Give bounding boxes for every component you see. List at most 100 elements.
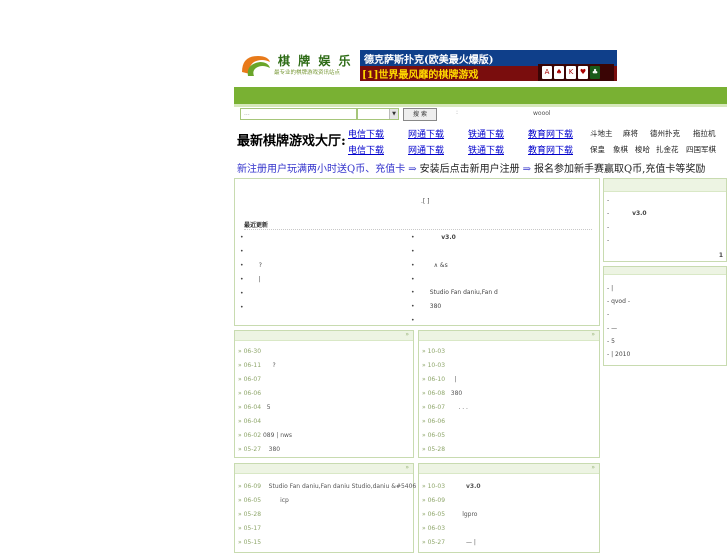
game-chess[interactable]: 象棋: [613, 144, 628, 155]
side-list-item[interactable]: -: [607, 224, 609, 231]
table-row[interactable]: » 06-04: [238, 418, 263, 425]
promo-line: 新注册用户玩满两小时送Q币、充值卡 ⇒ 安装后点击新用户注册 ⇒ 报名参加新手赛赢取Q币…: [237, 160, 705, 175]
table-row[interactable]: » 05-28: [238, 511, 261, 518]
panel-header: »: [235, 464, 413, 474]
game-showhand[interactable]: 梭哈: [635, 144, 650, 155]
list-item[interactable]: • 380: [411, 303, 441, 310]
main-nav-bar: [234, 87, 727, 104]
side-panel-top-header: [604, 179, 726, 192]
table-row[interactable]: » 06-10 |: [422, 376, 457, 383]
game-texas-holdem[interactable]: 德州扑克: [650, 128, 680, 139]
download-netcom-2[interactable]: 网通下载: [408, 143, 444, 156]
side-panel-top: - - v3.0 - - 1: [603, 178, 727, 262]
table-row[interactable]: » 06-30: [238, 348, 269, 355]
download-telecom-1[interactable]: 电信下载: [348, 127, 384, 140]
search-separator: :: [456, 109, 459, 116]
list-item[interactable]: • Studio Fan daniu,Fan d: [411, 289, 498, 296]
news-list-panel-2: » » 10-03 » 10-03 » 06-10 | » 06-08 380 …: [418, 330, 600, 458]
table-row[interactable]: » 06-03: [422, 525, 445, 532]
news-list-panel-3: » » 06-09 Studio Fan daniu,Fan daniu Stu…: [234, 463, 416, 553]
hall-title: 最新棋牌游戏大厅:: [237, 134, 346, 149]
table-row[interactable]: » 05-28: [422, 446, 445, 453]
side-list-item[interactable]: -: [607, 311, 609, 318]
arrow-right-icon: ⇒: [522, 164, 531, 175]
game-zhajinhua[interactable]: 扎金花: [656, 144, 679, 155]
news-list-panel-1: » » 06-30 » 06-11 ? » 06-07 » 06-06 » 06…: [234, 330, 414, 458]
panel-header: »: [419, 464, 599, 474]
table-row[interactable]: » 06-09 Studio Fan daniu,Fan daniu Studi…: [238, 483, 416, 490]
page-number[interactable]: 1: [719, 252, 723, 259]
game-doudizhu[interactable]: 斗地主: [590, 128, 613, 139]
site-logo[interactable]: 棋 牌 娱 乐 最专业的棋牌游戏资讯站点: [238, 50, 351, 80]
side-list-item[interactable]: -: [607, 197, 609, 204]
table-row[interactable]: » 05-17: [238, 525, 261, 532]
side-panel-bottom-header: [604, 267, 726, 275]
download-netcom-1[interactable]: 网通下载: [408, 127, 444, 140]
game-army-chess[interactable]: 四国军棋: [686, 144, 716, 155]
side-list-item[interactable]: - |: [607, 285, 613, 292]
table-row[interactable]: » 06-07: [238, 376, 263, 383]
side-list-item[interactable]: - 5: [607, 338, 615, 345]
table-row[interactable]: » 10-03 v3.0: [422, 483, 481, 490]
download-telecom-2[interactable]: 电信下载: [348, 143, 384, 156]
table-row[interactable]: » 06-05 icp: [238, 497, 289, 504]
list-item[interactable]: • v3.0: [411, 234, 456, 241]
list-item[interactable]: • ?: [240, 262, 262, 269]
table-row[interactable]: » 06-08 380: [422, 390, 462, 397]
side-list-item[interactable]: - qvod -: [607, 298, 630, 305]
table-row[interactable]: » 06-05 lgpro: [422, 511, 477, 518]
game-tractor[interactable]: 拖拉机: [693, 128, 716, 139]
news-list-panel-4: » » 10-03 v3.0 » 06-09 » 06-05 lgpro » 0…: [418, 463, 600, 553]
list-item[interactable]: • |: [240, 276, 261, 283]
side-panel-bottom: - | - qvod - - - — - 5 - | 2010: [603, 266, 727, 366]
recent-updates-title: 最近更新: [244, 222, 269, 229]
game-mahjong[interactable]: 麻将: [623, 128, 638, 139]
banner-line1: 德克萨斯扑克(欧美最火爆版): [364, 55, 494, 66]
promo-tournament-text: 报名参加新手赛赢取Q币,充值卡等奖励: [533, 164, 706, 175]
list-item[interactable]: •: [240, 290, 259, 297]
search-input[interactable]: ...: [240, 108, 357, 120]
table-row[interactable]: » 10-03: [422, 348, 445, 355]
playing-cards-icon: A ♠ K ♥ ♣: [538, 64, 614, 81]
promo-register-link[interactable]: 新注册用户玩满两小时送Q币、充值卡: [237, 164, 405, 175]
logo-subtitle: 最专业的棋牌游戏资讯站点: [274, 70, 341, 76]
side-list-item[interactable]: - —: [607, 325, 617, 332]
download-tietong-1[interactable]: 铁通下载: [468, 127, 504, 140]
table-row[interactable]: » 06-07 . . .: [422, 404, 468, 411]
table-row[interactable]: » 06-05: [422, 432, 445, 439]
side-list-item[interactable]: - v3.0: [607, 210, 647, 217]
main-updates-panel: .[ ] 最近更新 • • • ? • | • • • v3.0 • • ∧ &…: [234, 178, 600, 326]
logo-swirl-icon: [242, 56, 270, 76]
logo-title: 棋 牌 娱 乐: [278, 54, 353, 68]
list-item[interactable]: •: [240, 248, 259, 255]
download-tietong-2[interactable]: 铁通下载: [468, 143, 504, 156]
list-item[interactable]: •: [411, 317, 420, 324]
table-row[interactable]: » 06-06: [238, 390, 263, 397]
table-row[interactable]: » 05-27 380: [238, 446, 280, 453]
table-row[interactable]: » 06-11 ?: [238, 362, 276, 369]
table-row[interactable]: » 06-06: [422, 418, 445, 425]
download-edu-2[interactable]: 教育网下载: [528, 143, 573, 156]
download-edu-1[interactable]: 教育网下载: [528, 127, 573, 140]
woool-link[interactable]: woool: [533, 110, 551, 117]
panel-header: »: [419, 331, 599, 341]
side-list-item[interactable]: - | 2010: [607, 351, 630, 358]
list-item[interactable]: •: [411, 248, 420, 255]
search-category-select[interactable]: ▼: [357, 108, 399, 120]
table-row[interactable]: » 06-02 089 | nws: [238, 432, 292, 439]
side-list-item[interactable]: -: [607, 237, 609, 244]
poker-ad-banner[interactable]: 德克萨斯扑克(欧美最火爆版) [1]世界最风靡的棋牌游戏 A ♠ K ♥ ♣: [360, 50, 617, 81]
search-button[interactable]: 搜 索: [403, 108, 437, 121]
banner-line2: [1]世界最风靡的棋牌游戏: [362, 70, 479, 81]
table-row[interactable]: » 10-03: [422, 362, 445, 369]
chevron-down-icon: ▼: [389, 109, 398, 119]
table-row[interactable]: » 06-09: [422, 497, 445, 504]
list-item[interactable]: •: [240, 304, 259, 311]
list-item[interactable]: •: [411, 276, 420, 283]
list-item[interactable]: •: [240, 234, 259, 241]
panel-header: »: [235, 331, 413, 341]
table-row[interactable]: » 06-04 5: [238, 404, 271, 411]
game-baohuang[interactable]: 保皇: [590, 144, 605, 155]
arrow-right-icon: ⇒: [408, 164, 417, 175]
list-item[interactable]: • ∧ &s: [411, 262, 448, 269]
